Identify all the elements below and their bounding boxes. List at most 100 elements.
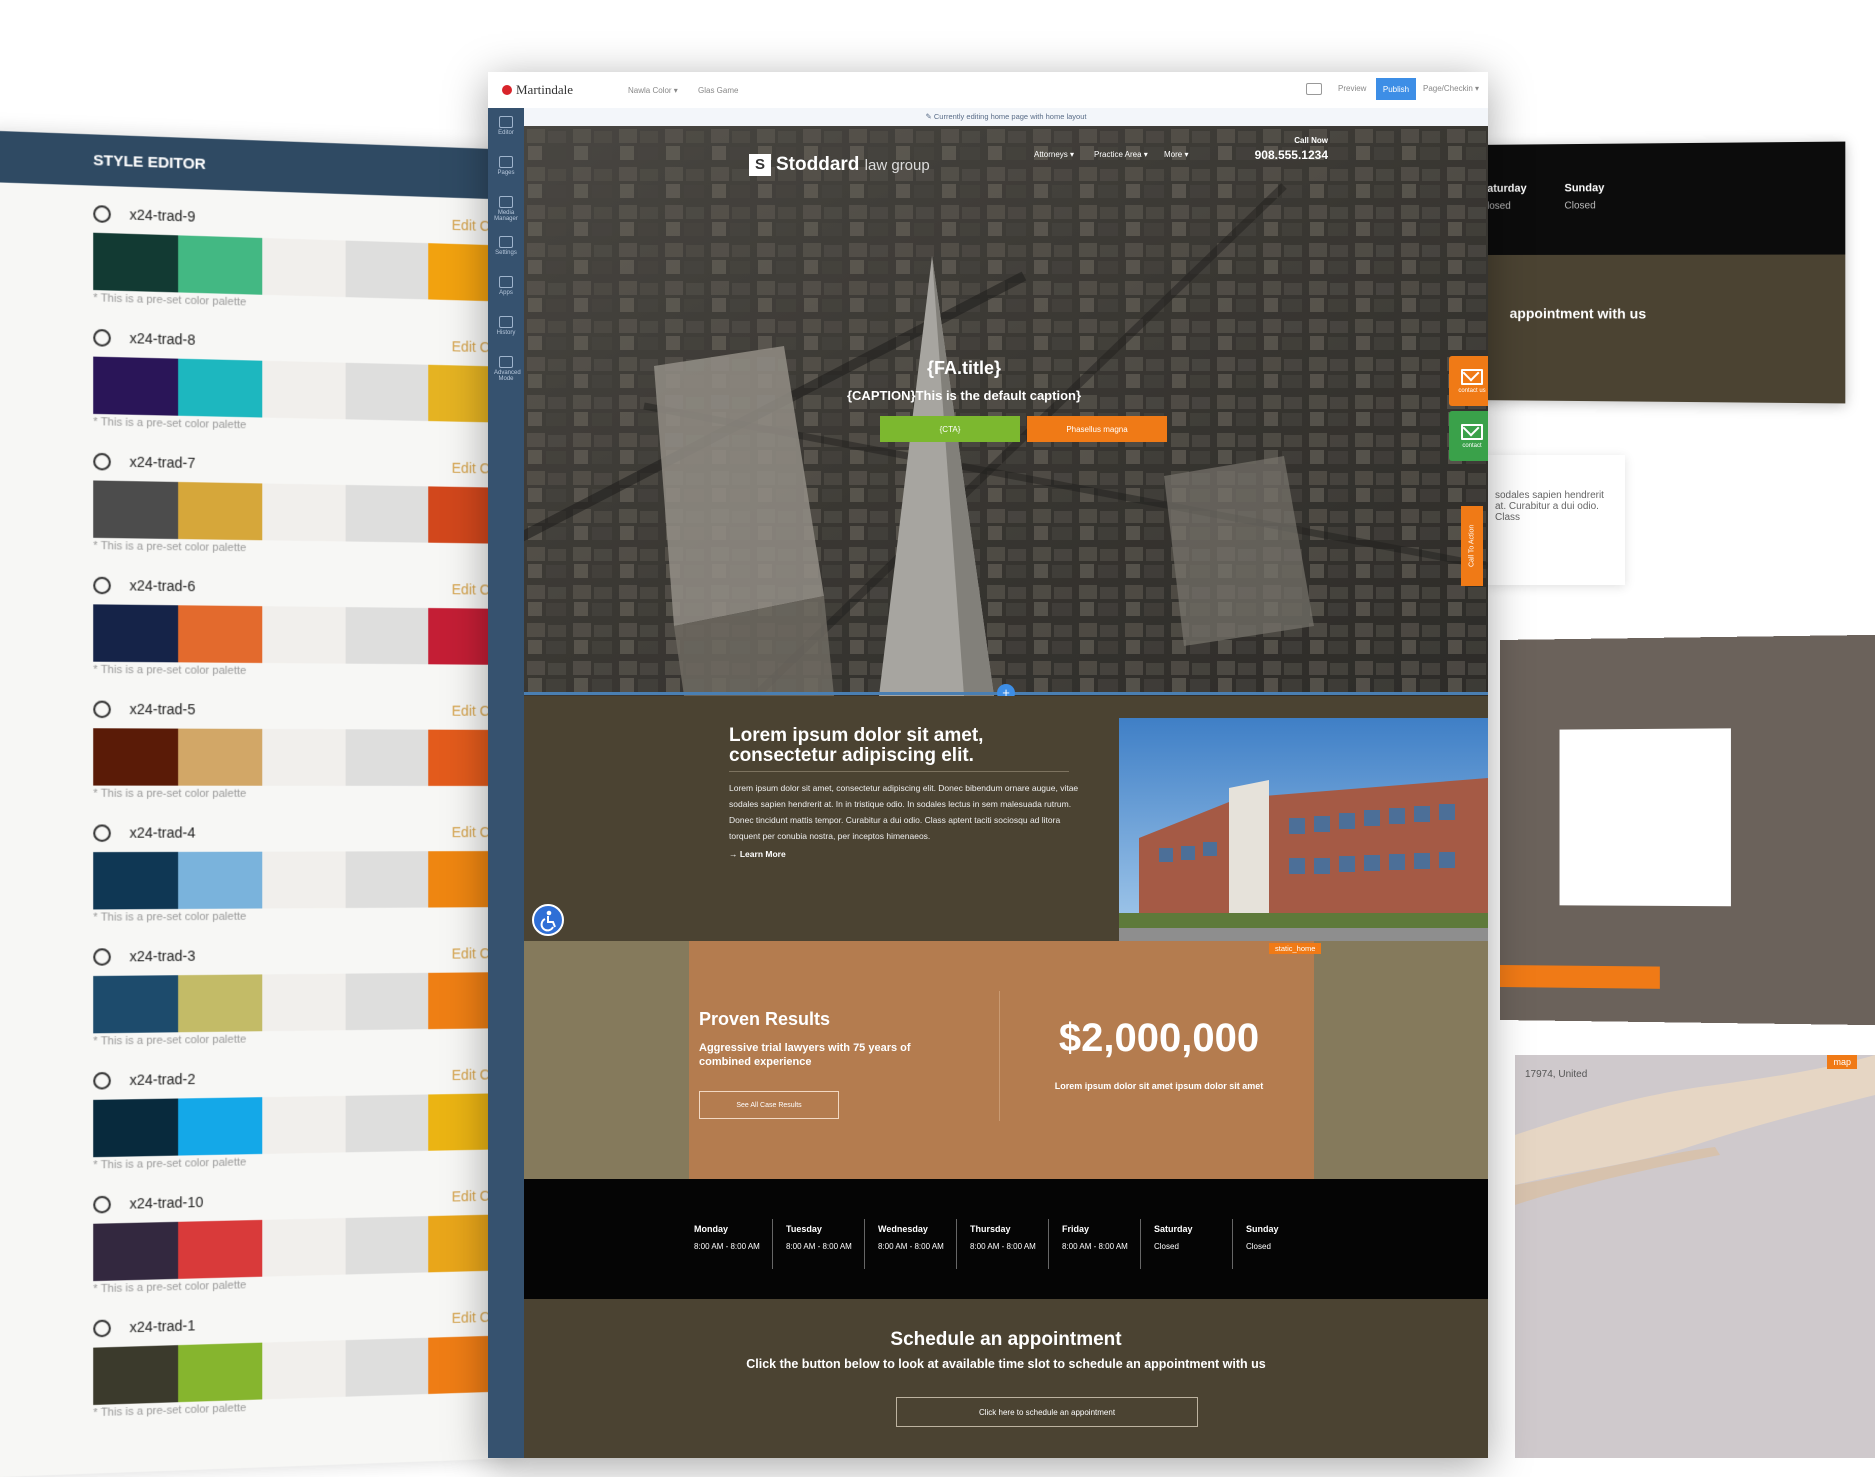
palette-radio[interactable]: [93, 328, 111, 347]
topbar-menu-game[interactable]: Glas Game: [698, 86, 738, 95]
color-swatch[interactable]: [262, 360, 346, 420]
color-swatch[interactable]: [345, 1094, 429, 1153]
palette-swatches[interactable]: [93, 1214, 520, 1282]
static-home-tag[interactable]: static_home: [1269, 943, 1322, 954]
color-swatch[interactable]: [345, 240, 429, 300]
color-swatch[interactable]: [178, 235, 263, 295]
color-swatch[interactable]: [345, 484, 429, 543]
sidebar-item[interactable]: Editor: [494, 116, 518, 136]
color-swatch[interactable]: [262, 1095, 346, 1154]
color-swatch[interactable]: [93, 480, 179, 540]
nav-practice-area[interactable]: Practice Area ▾: [1094, 150, 1148, 159]
add-section-icon[interactable]: +: [997, 684, 1015, 696]
palette-item[interactable]: x24-trad-2 Edit Colors * This is a pre-set…: [93, 1059, 520, 1172]
call-now-label: Call Now: [1294, 136, 1328, 145]
palette-item[interactable]: x24-trad-10 Edit Colors * This is a pre-se…: [93, 1180, 520, 1295]
color-swatch[interactable]: [93, 728, 179, 786]
contact-us-tab[interactable]: contact us: [1449, 356, 1488, 406]
color-swatch[interactable]: [345, 607, 429, 665]
color-swatch[interactable]: [93, 1345, 179, 1405]
accessibility-icon[interactable]: [532, 904, 564, 936]
palette-swatches[interactable]: [93, 604, 520, 665]
hero-cta-button[interactable]: {CTA}: [880, 416, 1020, 442]
color-swatch[interactable]: [262, 973, 346, 1032]
call-to-action-tab[interactable]: Call To Action: [1461, 506, 1483, 586]
color-swatch[interactable]: [262, 851, 346, 909]
contact-tab[interactable]: contact: [1449, 411, 1488, 461]
see-case-results-button[interactable]: See All Case Results: [699, 1091, 839, 1119]
palette-radio[interactable]: [93, 823, 111, 842]
color-swatch[interactable]: [93, 604, 179, 663]
sidebar-item[interactable]: Advanced Mode: [494, 356, 521, 382]
color-swatch[interactable]: [93, 1221, 179, 1282]
color-swatch[interactable]: [345, 972, 429, 1031]
palette-swatches[interactable]: [93, 728, 520, 786]
palette-item[interactable]: x24-trad-6 Edit Colors * This is a pre-set…: [93, 570, 520, 679]
color-swatch[interactable]: [178, 481, 263, 541]
publish-button[interactable]: Publish: [1376, 78, 1416, 100]
palette-item[interactable]: x24-trad-8 Edit Colors * This is a pre-set…: [93, 322, 520, 437]
color-swatch[interactable]: [93, 356, 179, 416]
color-swatch[interactable]: [262, 1340, 346, 1400]
palette-swatches[interactable]: [93, 972, 520, 1034]
color-swatch[interactable]: [262, 1217, 346, 1277]
sidebar-item[interactable]: Settings: [494, 236, 518, 256]
palette-swatches[interactable]: [93, 480, 520, 544]
color-swatch[interactable]: [178, 1219, 263, 1279]
backdrop-hours-band: [1470, 141, 1846, 255]
color-swatch[interactable]: [345, 851, 429, 909]
color-swatch[interactable]: [93, 232, 179, 293]
color-swatch[interactable]: [178, 1097, 263, 1156]
color-swatch[interactable]: [345, 1337, 429, 1397]
monitor-icon[interactable]: [1306, 83, 1322, 95]
topbar-menu-color[interactable]: Nawla Color ▾: [628, 86, 678, 95]
palette-item[interactable]: x24-trad-9 Edit Colors * This is a pre-set…: [93, 198, 520, 316]
color-swatch[interactable]: [262, 483, 346, 542]
palette-radio[interactable]: [93, 1318, 111, 1337]
palette-item[interactable]: x24-trad-1 Edit Colors * This is a pre-set…: [93, 1301, 520, 1419]
color-swatch[interactable]: [178, 851, 263, 909]
color-swatch[interactable]: [345, 729, 429, 786]
sidebar-item[interactable]: Apps: [494, 276, 518, 296]
preview-button[interactable]: Preview: [1338, 84, 1366, 93]
color-swatch[interactable]: [345, 1216, 429, 1275]
user-menu[interactable]: Page/Checkin ▾: [1423, 84, 1479, 93]
color-swatch[interactable]: [93, 975, 179, 1034]
color-swatch[interactable]: [178, 358, 263, 418]
color-swatch[interactable]: [93, 1098, 179, 1158]
palette-item[interactable]: x24-trad-5 Edit Colors * This is a pre-set…: [93, 693, 520, 800]
color-swatch[interactable]: [262, 237, 346, 298]
color-swatch[interactable]: [178, 605, 263, 664]
schedule-appointment-button[interactable]: Click here to schedule an appointment: [896, 1397, 1198, 1427]
color-swatch[interactable]: [178, 728, 263, 786]
sidebar-item[interactable]: History: [494, 316, 518, 336]
palette-radio[interactable]: [93, 204, 111, 223]
sidebar-item[interactable]: Media Manager: [494, 196, 518, 222]
palette-radio[interactable]: [93, 947, 111, 966]
palette-swatches[interactable]: [93, 356, 520, 423]
palette-swatches[interactable]: [93, 232, 520, 302]
palette-radio[interactable]: [93, 700, 111, 718]
sidebar-item[interactable]: Pages: [494, 156, 518, 176]
stoddard-logo[interactable]: S Stoddard law group: [749, 154, 930, 176]
palette-item[interactable]: x24-trad-7 Edit Colors * This is a pre-set…: [93, 446, 520, 558]
palette-item[interactable]: x24-trad-4 Edit Colors * This is a pre-set…: [93, 817, 520, 924]
palette-item[interactable]: x24-trad-3 Edit Colors * This is a pre-set…: [93, 938, 520, 1048]
color-swatch[interactable]: [345, 362, 429, 422]
color-swatch[interactable]: [93, 851, 179, 910]
color-swatch[interactable]: [262, 728, 346, 786]
palette-radio[interactable]: [93, 452, 111, 471]
palette-swatches[interactable]: [93, 851, 520, 910]
hero-secondary-button[interactable]: Phasellus magna: [1027, 416, 1167, 442]
palette-swatches[interactable]: [93, 1093, 520, 1158]
palette-radio[interactable]: [93, 1071, 111, 1090]
palette-radio[interactable]: [93, 576, 111, 594]
color-swatch[interactable]: [178, 974, 263, 1033]
nav-more[interactable]: More ▾: [1164, 150, 1188, 159]
color-swatch[interactable]: [178, 1342, 263, 1403]
learn-more-link[interactable]: → Learn More: [729, 849, 786, 859]
color-swatch[interactable]: [262, 606, 346, 664]
palette-radio[interactable]: [93, 1195, 111, 1214]
nav-attorneys[interactable]: Attorneys ▾: [1034, 150, 1074, 159]
phone-number[interactable]: 908.555.1234: [1194, 148, 1328, 162]
